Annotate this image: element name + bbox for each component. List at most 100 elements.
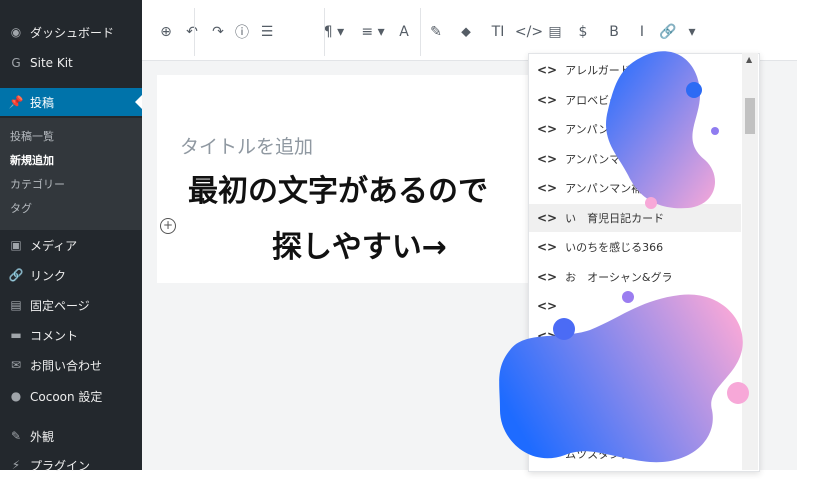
text-size-icon[interactable]: TI — [486, 20, 510, 44]
sidebar-item-cocoon[interactable]: ● Cocoon 設定 — [0, 382, 142, 410]
dropdown-item-label: アロベビー — [565, 93, 621, 107]
dropdown-item-label: ムツスタンプ — [565, 447, 631, 461]
code-icon[interactable]: </> — [515, 20, 543, 44]
submenu-item[interactable]: タグ — [10, 200, 32, 216]
more-icon[interactable]: ▾ — [684, 20, 700, 44]
sidebar-item-mail[interactable]: ✉ お問い合わせ — [0, 351, 142, 379]
cocoon-icon: ● — [10, 389, 22, 403]
dropdown-item-label: いのちを感じる366 — [565, 241, 664, 254]
scroll-up-icon[interactable]: ▲ — [746, 55, 752, 64]
sidebar-item-dashboard[interactable]: ◉ ダッシュボード — [0, 18, 142, 46]
submenu-item[interactable]: 新規追加 — [10, 152, 54, 168]
code-icon: <> — [537, 92, 558, 107]
post-title-input[interactable]: タイトルを追加 — [180, 132, 313, 159]
dropdown-item[interactable]: <> いのちを感じる366 — [529, 233, 741, 261]
toolbar-dropdown-menu: <> アレルガード <> アロベビー <> アンパンマ <> アンパンマ <> アンパンマン補助便… — [528, 53, 760, 472]
dropdown-item[interactable]: <> アレルガード — [529, 56, 741, 84]
toolbar-separator — [194, 8, 195, 56]
code-icon: <> — [537, 269, 558, 284]
comment-icon: ▬ — [10, 328, 22, 342]
dropdown-item[interactable]: <> アンパンマ — [529, 145, 741, 173]
dollar-icon[interactable]: $ — [573, 20, 593, 44]
sidebar-item-label: 固定ページ — [30, 298, 90, 313]
code-icon: <> — [537, 358, 558, 372]
sidebar-item-label: Site Kit — [30, 56, 73, 70]
sidebar-item-label: メディア — [30, 238, 78, 253]
code-icon: <> — [537, 240, 558, 254]
dropdown-item-label: アンパンマン補助便座 — [565, 182, 676, 195]
redo-icon[interactable]: ↷ — [208, 20, 228, 44]
dropdown-item[interactable]: <> お オーシャン&グラ — [529, 263, 741, 291]
code-icon: <> — [537, 387, 558, 402]
undo-icon[interactable]: ↶ — [182, 20, 202, 44]
dropdown-item[interactable]: <> アンパンマ — [529, 115, 741, 143]
code-icon: <> — [537, 122, 558, 136]
code-icon: <> — [537, 63, 558, 77]
add-block-icon[interactable]: + — [160, 218, 176, 234]
submenu-item[interactable]: カテゴリー — [10, 176, 65, 192]
outline-icon[interactable]: ☰ — [257, 20, 277, 44]
sidebar-item-label: コメント — [30, 328, 79, 343]
info-icon[interactable]: ⓘ — [232, 20, 252, 44]
code-icon: <> — [537, 417, 558, 431]
dropdown-item[interactable]: <> — [529, 381, 741, 409]
sidebar-item-label: Cocoon 設定 — [30, 389, 103, 404]
right-margin — [797, 0, 830, 470]
dropdown-item-label: い 育児日記カード — [565, 211, 665, 225]
tag-icon[interactable]: ⬥ — [456, 20, 476, 44]
dashboard-icon: ◉ — [10, 25, 22, 39]
dropdown-item[interactable]: <> い 育児日記カード — [529, 203, 741, 232]
sidebar-item-label: ダッシュボード — [30, 25, 115, 40]
sidebar-item-pin[interactable]: 📌 投稿 — [0, 88, 142, 116]
sidebar-item-comment[interactable]: ▬ コメント — [0, 321, 142, 349]
bold-icon[interactable]: B — [604, 20, 624, 44]
dropdown-item-label: アレルガード — [565, 64, 631, 77]
toolbar-separator — [420, 8, 421, 56]
pin-icon: 📌 — [8, 95, 24, 109]
font-icon[interactable]: A — [394, 20, 414, 44]
code-icon: <> — [537, 151, 558, 166]
scrollbar-thumb[interactable] — [745, 98, 755, 134]
mail-icon: ✉ — [10, 358, 22, 372]
sidebar-item-link[interactable]: 🔗 リンク — [0, 261, 142, 289]
paragraph-icon[interactable]: ¶ ▾ — [317, 20, 351, 44]
dropdown-item[interactable]: <> アンパンマン補助便座 — [529, 174, 741, 202]
file-icon[interactable]: ▤ — [545, 20, 565, 44]
overlay-caption-line1: 最初の文字があるので — [188, 174, 488, 209]
dropdown-item[interactable]: <> — [529, 410, 741, 438]
dropdown-item[interactable]: <> — [529, 322, 741, 350]
sidebar-item-media[interactable]: ▣ メディア — [0, 231, 142, 259]
sitekit-icon: G — [11, 56, 21, 70]
sidebar-item-label: 外観 — [30, 429, 55, 444]
sidebar-item-appearance[interactable]: ✎ 外観 — [0, 422, 142, 450]
posts-submenu: 投稿一覧新規追加カテゴリータグ — [0, 118, 142, 230]
sidebar-item-label: 投稿 — [30, 95, 55, 110]
sidebar-item-label: リンク — [30, 268, 67, 283]
page-icon: ▤ — [10, 298, 22, 312]
add-block-icon[interactable]: ⊕ — [156, 20, 176, 44]
dropdown-item[interactable]: <> — [529, 292, 741, 320]
appearance-icon: ✎ — [10, 429, 22, 443]
align-icon[interactable]: ≡ ▾ — [356, 20, 390, 44]
italic-icon[interactable]: I — [632, 20, 652, 44]
code-icon: <> — [537, 328, 558, 343]
code-icon: <> — [537, 446, 558, 461]
admin-sidebar: ◉ ダッシュボード G Site Kit 📌 投稿 ▣ メディア 🔗 リンク ▤ 固定ページ ▬ コメント… — [0, 0, 142, 473]
sidebar-item-page[interactable]: ▤ 固定ページ — [0, 291, 142, 319]
sidebar-item-label: お問い合わせ — [30, 358, 103, 373]
sidebar-item-plugin[interactable]: ⚡ プラグイン — [0, 451, 142, 479]
dropdown-item-label: アンパンマ — [565, 152, 621, 166]
media-icon: ▣ — [10, 238, 22, 252]
dropdown-item[interactable]: <> — [529, 351, 741, 379]
submenu-item[interactable]: 投稿一覧 — [10, 128, 54, 144]
code-icon: <> — [537, 299, 558, 313]
highlight-icon[interactable]: ✎ — [426, 20, 446, 44]
editor-toolbar: ⊕ ↶ ↷ ⓘ ☰ ¶ ▾ ≡ ▾ A ✎ ⬥ TI </> ▤ $ B I 🔗 ▾ — [142, 0, 797, 61]
sidebar-item-sitekit[interactable]: G Site Kit — [0, 49, 142, 77]
dropdown-item[interactable]: <> ムツスタンプ — [529, 440, 741, 468]
dropdown-item[interactable]: <> アロベビー — [529, 86, 741, 114]
code-icon: <> — [537, 210, 558, 225]
link-icon[interactable]: 🔗 — [658, 20, 678, 44]
code-icon: <> — [537, 181, 558, 195]
link-icon: 🔗 — [8, 268, 24, 282]
